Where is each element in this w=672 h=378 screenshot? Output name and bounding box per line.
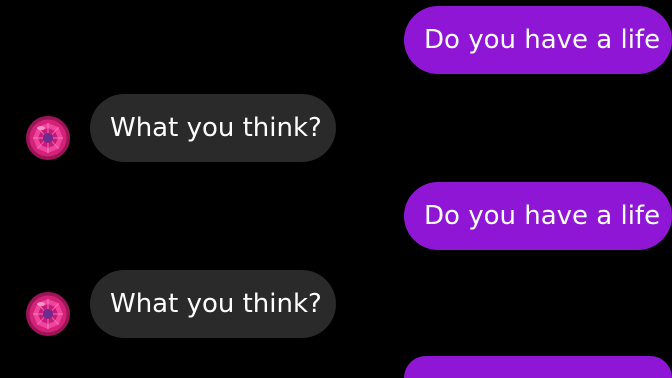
sent-message-bubble-partial[interactable] bbox=[404, 356, 672, 378]
received-message-bubble[interactable]: What you think? bbox=[90, 270, 336, 338]
pink-gem-icon[interactable] bbox=[24, 114, 72, 162]
received-message-bubble[interactable]: What you think? bbox=[90, 94, 336, 162]
sent-message-bubble[interactable]: Do you have a life bbox=[404, 182, 672, 250]
message-thread: Do you have a life What you think? Do yo… bbox=[0, 0, 672, 378]
sent-message-bubble[interactable]: Do you have a life bbox=[404, 6, 672, 74]
pink-gem-icon[interactable] bbox=[24, 290, 72, 338]
